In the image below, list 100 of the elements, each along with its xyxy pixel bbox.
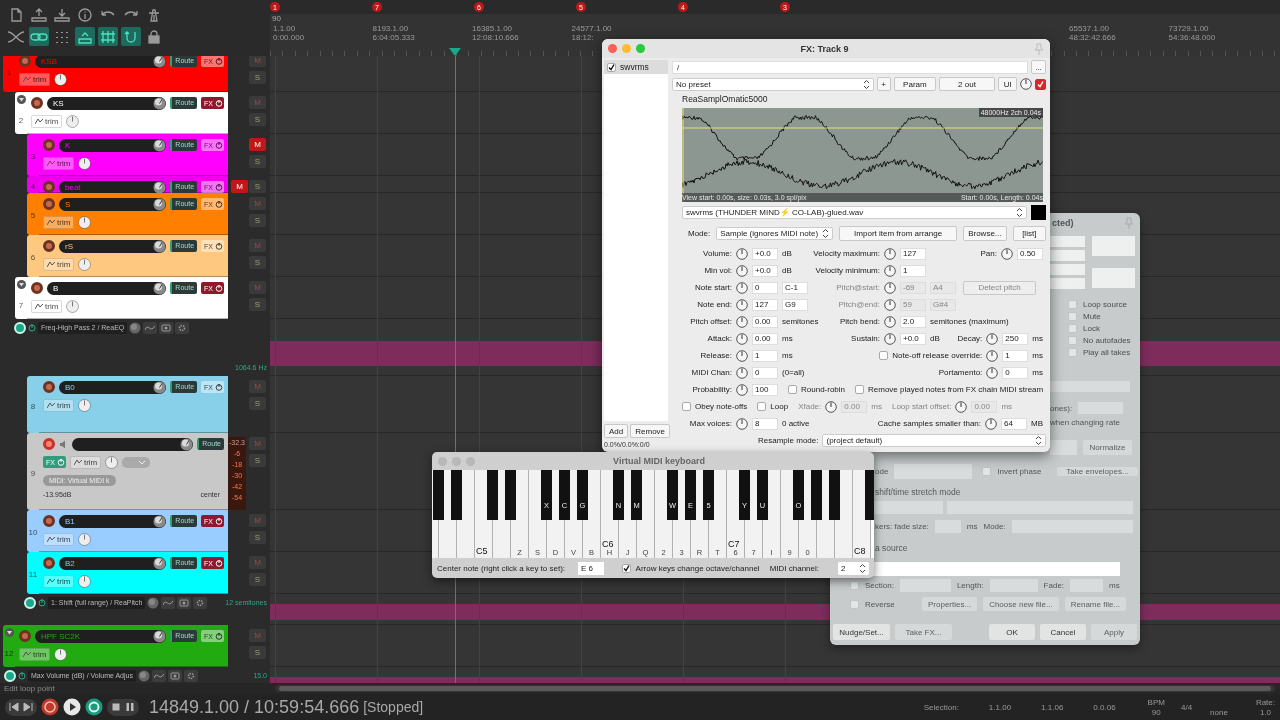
volume-knob-icon[interactable] xyxy=(153,180,167,193)
track-number-strip[interactable]: 10 xyxy=(27,510,39,552)
horizontal-scrollbar[interactable] xyxy=(275,685,1275,692)
knob-icon[interactable] xyxy=(736,315,748,328)
checkbox[interactable] xyxy=(879,351,889,360)
volume-knob-icon[interactable] xyxy=(153,514,167,528)
text-field[interactable] xyxy=(1050,440,1077,455)
value-field[interactable]: 1 xyxy=(752,349,778,362)
download-icon[interactable] xyxy=(52,6,72,23)
envelope-arm-button[interactable] xyxy=(159,322,174,334)
knob-icon[interactable] xyxy=(884,247,896,260)
record-arm-button[interactable] xyxy=(43,557,55,569)
text-field[interactable] xyxy=(1050,250,1085,261)
track-name-field[interactable]: K xyxy=(59,138,167,152)
envelope-arm-button[interactable] xyxy=(167,670,182,682)
grid-toggle[interactable] xyxy=(98,27,118,46)
knob-icon[interactable] xyxy=(137,670,150,682)
value-field[interactable]: 1 xyxy=(900,264,926,277)
trim-button[interactable]: trim xyxy=(19,647,51,661)
knob-icon[interactable] xyxy=(986,349,999,362)
knob-icon[interactable] xyxy=(825,400,838,413)
value-field[interactable]: 127 xyxy=(900,247,926,260)
value-field[interactable]: +0.0 xyxy=(900,332,926,345)
value-field[interactable]: +0.0 xyxy=(752,247,778,260)
trim-button[interactable]: trim xyxy=(69,455,102,469)
envelope-active-toggle[interactable] xyxy=(14,322,26,334)
text-field[interactable] xyxy=(1050,381,1130,392)
ripple-toggle[interactable] xyxy=(75,27,95,46)
preset-button[interactable]: Param xyxy=(893,77,937,91)
volume-knob-icon[interactable] xyxy=(153,556,167,570)
track-number-strip[interactable]: 5 xyxy=(27,193,39,235)
knob-icon[interactable] xyxy=(1001,247,1013,260)
mute-button[interactable]: M xyxy=(231,180,248,193)
volume-knob-icon[interactable] xyxy=(153,96,167,110)
value-field[interactable]: 0.00 xyxy=(752,332,778,345)
file-dropdown[interactable]: swvrms (THUNDER MIND⚡ CO-LAB)-glued.wav xyxy=(682,206,1027,219)
power-icon[interactable] xyxy=(18,670,26,680)
trim-button[interactable]: trim xyxy=(43,398,75,412)
fx-chain-item[interactable]: swvrms xyxy=(604,60,668,74)
solo-button[interactable]: S xyxy=(249,646,266,659)
volume-knob-icon[interactable] xyxy=(153,629,167,643)
record-arm-button[interactable] xyxy=(43,240,55,252)
knob-icon[interactable] xyxy=(985,417,997,430)
record-arm-button[interactable] xyxy=(31,282,43,294)
value-field[interactable]: 100 xyxy=(752,383,778,396)
trim-button[interactable]: trim xyxy=(43,215,75,229)
mode-button[interactable]: [list] xyxy=(1012,225,1046,241)
knob-icon[interactable] xyxy=(884,281,896,294)
knob-icon[interactable] xyxy=(736,417,748,430)
input-selector-icon[interactable] xyxy=(122,456,151,468)
preset-button[interactable]: UI xyxy=(997,77,1018,91)
knob-icon[interactable] xyxy=(736,298,748,311)
knob-icon[interactable] xyxy=(736,366,748,379)
record-arm-button[interactable] xyxy=(43,515,55,527)
note-field[interactable]: C-1 xyxy=(782,281,808,294)
solo-button[interactable]: S xyxy=(249,113,266,126)
info-icon[interactable] xyxy=(75,6,95,23)
track-name-field[interactable]: HPF SC2K xyxy=(35,629,167,643)
solo-button[interactable]: S xyxy=(249,298,266,311)
dialog-button[interactable]: OK xyxy=(989,624,1035,640)
chain-button[interactable]: Remove xyxy=(630,424,671,438)
upload-icon[interactable] xyxy=(29,6,49,23)
link-toggle[interactable] xyxy=(29,27,49,46)
volume-knob-icon[interactable] xyxy=(153,197,167,211)
volume-knob-icon[interactable] xyxy=(153,380,167,394)
volume-knob-icon[interactable] xyxy=(153,281,167,295)
track-number-strip[interactable]: 1 xyxy=(3,56,15,92)
knob-icon[interactable] xyxy=(884,315,896,328)
pause-button[interactable] xyxy=(125,702,135,712)
trim-button[interactable]: trim xyxy=(43,257,75,271)
knob-icon[interactable] xyxy=(736,383,748,396)
value-field[interactable]: 250 xyxy=(1002,332,1029,345)
knob-icon[interactable] xyxy=(986,332,999,345)
skip-forward-button[interactable] xyxy=(23,702,33,712)
track-name-field[interactable]: rS xyxy=(59,239,167,253)
track-number-strip[interactable]: 4 xyxy=(27,176,39,193)
volume-knob-icon[interactable] xyxy=(153,138,167,152)
value-field[interactable]: 0 xyxy=(1002,366,1029,379)
mode-button[interactable]: Import item from arrange xyxy=(839,225,958,241)
envelope-shape-button[interactable] xyxy=(143,322,158,334)
note-field[interactable]: G9 xyxy=(782,298,808,311)
track-number-strip[interactable]: 9 xyxy=(27,433,39,510)
solo-button[interactable]: S xyxy=(249,256,266,269)
checkbox[interactable] xyxy=(607,62,616,72)
knob-icon[interactable] xyxy=(736,247,748,260)
solo-button[interactable]: S xyxy=(249,71,266,84)
trim-button[interactable]: trim xyxy=(19,72,51,86)
preset-button[interactable]: 2 out xyxy=(939,77,995,91)
track-number-strip[interactable]: 8 xyxy=(27,376,39,433)
knob-icon[interactable] xyxy=(736,281,748,294)
pan-knob-icon[interactable] xyxy=(54,647,68,661)
resample-dropdown[interactable]: (project default) xyxy=(822,434,1047,447)
wet-knob-icon[interactable] xyxy=(1020,78,1033,90)
envelope-active-toggle[interactable] xyxy=(24,597,36,609)
more-button[interactable]: ... xyxy=(1031,60,1046,74)
trim-button[interactable]: trim xyxy=(31,114,63,128)
dialog-button[interactable]: Nudge/Set... xyxy=(833,624,890,640)
volume-knob-icon[interactable] xyxy=(153,56,167,68)
checkbox[interactable] xyxy=(621,563,631,573)
solo-button[interactable]: S xyxy=(249,155,266,168)
